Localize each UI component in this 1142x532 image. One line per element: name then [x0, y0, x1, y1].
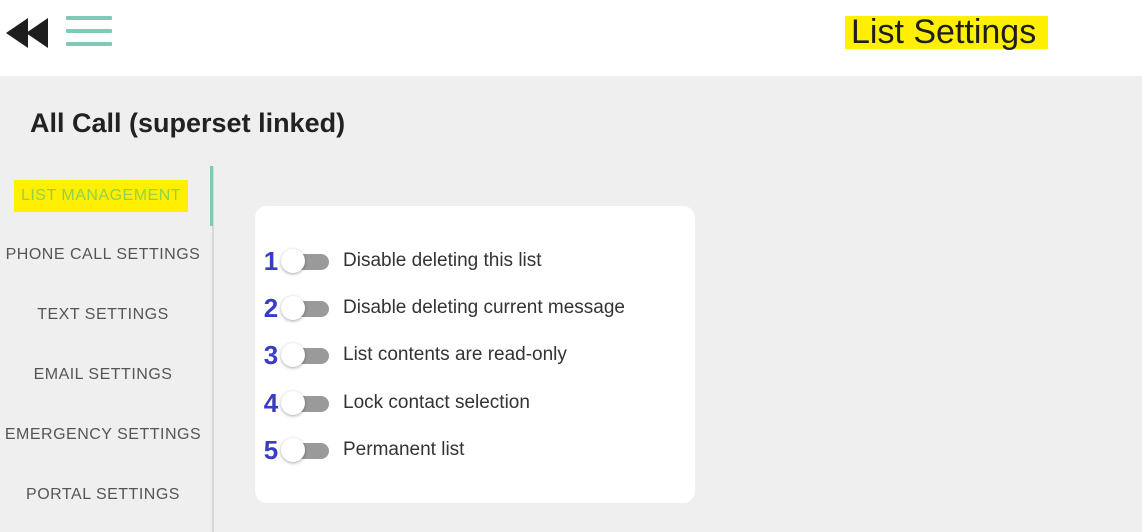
- permanent-list-toggle[interactable]: [281, 438, 329, 462]
- settings-panel: 1 Disable deleting this list 2 Disable d…: [255, 206, 695, 503]
- option-label: Permanent list: [343, 439, 465, 460]
- option-row: 1 Disable deleting this list: [255, 246, 695, 276]
- disable-deleting-list-toggle[interactable]: [281, 249, 329, 273]
- sidebar-item-email-settings[interactable]: EMAIL SETTINGS: [0, 366, 206, 384]
- page-title: List Settings: [845, 15, 1049, 49]
- annotation-number: 2: [263, 293, 279, 323]
- annotation-number: 4: [263, 388, 279, 418]
- option-row: 5 Permanent list: [255, 435, 695, 465]
- top-bar: List Settings: [0, 0, 1142, 76]
- option-label: Disable deleting current message: [343, 297, 625, 318]
- sidebar-item-emergency-settings[interactable]: EMERGENCY SETTINGS: [0, 426, 206, 444]
- toggle-knob: [281, 391, 305, 415]
- sidebar-active-indicator: [210, 166, 213, 226]
- read-only-toggle[interactable]: [281, 343, 329, 367]
- sidebar-item-list-management[interactable]: LIST MANAGEMENT: [14, 180, 188, 212]
- annotation-number: 5: [263, 435, 279, 465]
- rewind-icon: [6, 18, 48, 48]
- option-row: 4 Lock contact selection: [255, 388, 695, 418]
- list-name-heading: All Call (superset linked): [30, 108, 346, 138]
- option-row: 2 Disable deleting current message: [255, 293, 695, 323]
- option-label: List contents are read-only: [343, 344, 567, 365]
- option-label: Lock contact selection: [343, 392, 530, 413]
- option-label: Disable deleting this list: [343, 250, 542, 271]
- menu-button[interactable]: [66, 16, 112, 50]
- toggle-knob: [281, 343, 305, 367]
- annotation-number: 3: [263, 340, 279, 370]
- option-row: 3 List contents are read-only: [255, 340, 695, 370]
- sidebar-item-portal-settings[interactable]: PORTAL SETTINGS: [0, 486, 206, 504]
- disable-deleting-message-toggle[interactable]: [281, 296, 329, 320]
- toggle-knob: [281, 249, 305, 273]
- back-button[interactable]: [6, 18, 50, 48]
- hamburger-menu-icon: [66, 16, 112, 20]
- sidebar-item-phone-call-settings[interactable]: PHONE CALL SETTINGS: [0, 246, 206, 264]
- toggle-knob: [281, 296, 305, 320]
- sidebar-item-text-settings[interactable]: TEXT SETTINGS: [0, 306, 206, 324]
- lock-contact-selection-toggle[interactable]: [281, 391, 329, 415]
- annotation-number: 1: [263, 246, 279, 276]
- toggle-knob: [281, 438, 305, 462]
